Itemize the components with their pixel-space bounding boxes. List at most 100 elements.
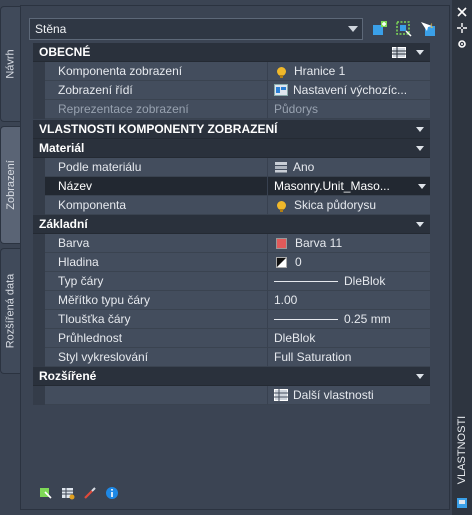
lineweight-preview-icon xyxy=(274,318,338,320)
more-properties-button[interactable]: Další vlastnosti xyxy=(268,386,430,405)
row-podle-materialu[interactable]: Podle materiálu Ano xyxy=(33,158,430,177)
row-label: Hladina xyxy=(45,253,268,272)
info-icon[interactable] xyxy=(105,486,119,500)
chevron-down-icon xyxy=(348,26,358,32)
row-meritko-typu-cary[interactable]: Měřítko typu čáry 1.00 xyxy=(33,291,430,310)
row-label: Zobrazení řídí xyxy=(45,81,268,100)
row-value[interactable]: Skica půdorysu xyxy=(268,196,430,215)
row-pruhlednost[interactable]: Průhlednost DleBlok xyxy=(33,329,430,348)
row-label: Podle materiálu xyxy=(45,158,268,177)
row-value[interactable]: Ano xyxy=(268,158,430,177)
row-value[interactable]: DleBlok xyxy=(268,272,430,291)
toggle-pickadd-icon[interactable]: 1 xyxy=(419,20,437,38)
row-label: Typ čáry xyxy=(45,272,268,291)
row-barva[interactable]: Barva Barva 11 xyxy=(33,234,430,253)
row-label: Reprezentace zobrazení xyxy=(45,100,268,119)
chevron-down-icon[interactable] xyxy=(416,50,424,55)
properties-panel: Stěna 1 OBECNÉ Komponenta zobrazení Hran… xyxy=(20,5,450,510)
select-objects-icon[interactable] xyxy=(395,20,413,38)
section-general-title: OBECNÉ xyxy=(39,45,91,59)
row-value-text: DleBlok xyxy=(344,274,386,288)
tab-navrh[interactable]: Návrh xyxy=(0,6,20,122)
row-value[interactable]: Barva 11 xyxy=(268,234,430,253)
row-nazev[interactable]: Název Masonry.Unit_Maso... xyxy=(33,177,430,196)
row-value-text: Skica půdorysu xyxy=(294,198,377,212)
row-reprezentace-zobrazeni: Reprezentace zobrazení Půdorys xyxy=(33,100,430,119)
row-value: Půdorys xyxy=(268,100,430,119)
object-type-select[interactable]: Stěna xyxy=(29,18,363,40)
chevron-down-icon[interactable] xyxy=(416,146,424,151)
tab-zobrazeni-label: Zobrazení xyxy=(4,160,17,210)
row-zobrazeni-ridi[interactable]: Zobrazení řídí Nastavení výchozíc... xyxy=(33,81,430,100)
row-value-text: 1.00 xyxy=(274,293,298,307)
linetype-preview-icon xyxy=(274,280,338,282)
row-value[interactable]: Hranice 1 xyxy=(268,62,430,81)
row-komponenta[interactable]: Komponenta Skica půdorysu xyxy=(33,196,430,215)
row-value-text: DleBlok xyxy=(274,331,316,345)
row-value[interactable]: 1.00 xyxy=(268,291,430,310)
bulb-icon xyxy=(277,66,286,78)
row-styl-vykreslovani[interactable]: Styl vykreslování Full Saturation xyxy=(33,348,430,367)
toolbar: Stěna 1 xyxy=(29,18,449,42)
row-label: Tloušťka čáry xyxy=(45,310,268,329)
material-stack-icon xyxy=(275,162,287,173)
auto-hide-icon[interactable] xyxy=(457,22,467,33)
settings-icon[interactable] xyxy=(457,38,467,48)
display-settings-icon xyxy=(274,84,288,96)
select-similar-icon[interactable] xyxy=(39,486,53,500)
row-value-text: Další vlastnosti xyxy=(293,388,374,402)
row-label: Komponenta xyxy=(45,196,268,215)
row-label: Barva xyxy=(45,234,268,253)
row-value-text: Ano xyxy=(293,160,315,174)
palette-icon xyxy=(456,497,468,509)
row-value[interactable]: 0.25 mm xyxy=(268,310,430,329)
row-value[interactable]: Full Saturation xyxy=(268,348,430,367)
table-icon[interactable] xyxy=(392,47,406,58)
color-swatch-icon xyxy=(276,237,287,249)
section-display-props-title: VLASTNOSTI KOMPONENTY ZOBRAZENÍ xyxy=(39,122,278,136)
section-extended[interactable]: Rozšířené xyxy=(33,367,430,386)
tab-navrh-label: Návrh xyxy=(4,49,17,79)
section-basic-title: Základní xyxy=(39,217,88,231)
row-value-text: Full Saturation xyxy=(274,350,352,364)
palette-title: VLASTNOSTI xyxy=(452,405,472,495)
section-material[interactable]: Materiál xyxy=(33,139,430,158)
section-display-props[interactable]: VLASTNOSTI KOMPONENTY ZOBRAZENÍ xyxy=(33,120,430,139)
row-value-text: Půdorys xyxy=(274,102,319,116)
row-value[interactable]: 0 xyxy=(268,253,430,272)
row-value-text: Hranice 1 xyxy=(294,64,346,78)
row-label: Komponenta zobrazení xyxy=(45,62,268,81)
material-name-dropdown[interactable]: Masonry.Unit_Maso... xyxy=(268,177,430,196)
close-icon[interactable] xyxy=(457,6,467,17)
tab-zobrazeni[interactable]: Zobrazení xyxy=(0,126,20,244)
chevron-down-icon[interactable] xyxy=(416,222,424,227)
section-material-title: Materiál xyxy=(39,141,85,155)
row-value-text: 0 xyxy=(295,255,302,269)
row-tloustka-cary[interactable]: Tloušťka čáry 0.25 mm xyxy=(33,310,430,329)
tab-rozsirena-data[interactable]: Rozšířená data xyxy=(0,248,20,374)
bottom-toolbar xyxy=(39,486,119,500)
properties-table-icon[interactable] xyxy=(61,486,75,500)
row-label: Měřítko typu čáry xyxy=(45,291,268,310)
row-value[interactable]: DleBlok xyxy=(268,329,430,348)
row-value-text: Barva 11 xyxy=(295,236,343,250)
row-value-text: Masonry.Unit_Maso... xyxy=(274,179,390,193)
row-komponenta-zobrazeni[interactable]: Komponenta zobrazení Hranice 1 xyxy=(33,62,430,81)
row-value[interactable]: Nastavení výchozíc... xyxy=(268,81,430,100)
row-hladina[interactable]: Hladina 0 xyxy=(33,253,430,272)
palette-title-bar[interactable]: VLASTNOSTI xyxy=(452,0,472,515)
row-label xyxy=(45,386,268,405)
row-dalsi-vlastnosti[interactable]: Další vlastnosti xyxy=(33,386,430,405)
tab-rozsirena-data-label: Rozšířená data xyxy=(4,273,17,349)
section-general[interactable]: OBECNÉ xyxy=(33,43,430,62)
property-grid: OBECNÉ Komponenta zobrazení Hranice 1 Zo… xyxy=(33,43,430,413)
chevron-down-icon[interactable] xyxy=(416,127,424,132)
section-extended-title: Rozšířené xyxy=(39,369,97,383)
match-properties-icon[interactable] xyxy=(83,486,97,500)
quick-select-icon[interactable] xyxy=(371,20,389,38)
row-typ-cary[interactable]: Typ čáry DleBlok xyxy=(33,272,430,291)
chevron-down-icon[interactable] xyxy=(416,374,424,379)
chevron-down-icon[interactable] xyxy=(418,184,426,189)
row-value-text: 0.25 mm xyxy=(344,312,391,326)
section-basic[interactable]: Základní xyxy=(33,215,430,234)
